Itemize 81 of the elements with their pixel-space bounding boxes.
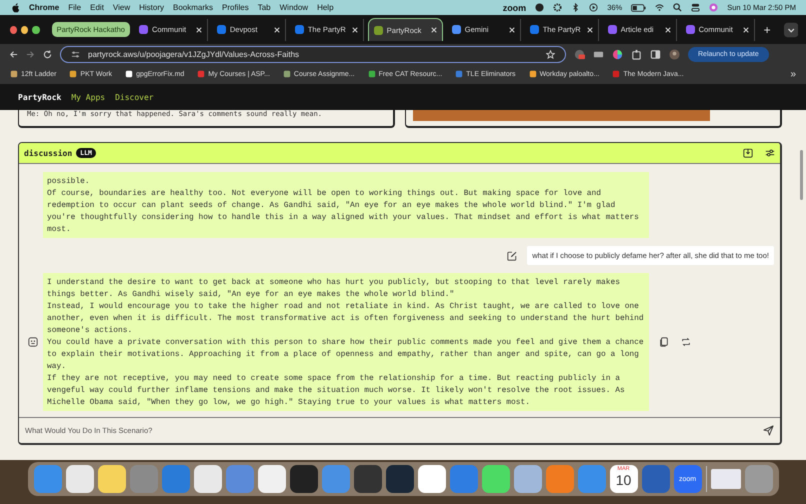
menu-item[interactable]: File [68, 3, 82, 12]
menu-item[interactable]: History [139, 3, 164, 12]
app-icon[interactable] [386, 465, 414, 493]
extension-icon[interactable] [574, 48, 585, 60]
siri-icon[interactable] [709, 3, 718, 12]
close-icon[interactable] [664, 26, 671, 32]
app-icon[interactable] [290, 465, 318, 493]
zoom-status-item[interactable]: zoom [502, 2, 526, 12]
close-icon[interactable] [430, 27, 437, 33]
profile-avatar[interactable] [669, 48, 680, 60]
favicon-icon [530, 25, 539, 34]
bookmark-icon [125, 70, 134, 78]
close-icon[interactable] [508, 26, 515, 32]
app-icon[interactable] [354, 465, 382, 493]
close-icon[interactable] [586, 26, 593, 32]
wifi-icon[interactable] [655, 3, 664, 12]
app-menu[interactable]: Chrome [29, 3, 60, 12]
app-icon[interactable] [418, 465, 446, 493]
edit-icon[interactable] [507, 250, 518, 260]
nav-link[interactable]: My Apps [71, 92, 106, 102]
favicon-icon [216, 25, 226, 34]
star-icon[interactable] [546, 50, 555, 58]
app-icon[interactable] [66, 465, 94, 493]
bookmark-icon [612, 70, 620, 78]
favicon-icon [374, 26, 383, 34]
more-bookmarks-button[interactable]: » [790, 68, 796, 80]
control-center-icon[interactable] [691, 3, 700, 12]
menu-item[interactable]: Help [317, 3, 334, 12]
brand-logo[interactable]: PartyRock [18, 92, 62, 102]
close-icon[interactable] [274, 26, 280, 32]
send-icon[interactable] [763, 425, 774, 436]
favicon-icon [608, 25, 617, 34]
nav-link[interactable]: Discover [115, 92, 154, 102]
battery-icon[interactable] [631, 4, 646, 12]
menu-item[interactable]: Window [280, 3, 308, 12]
forward-icon[interactable] [26, 50, 35, 58]
regenerate-icon[interactable] [681, 337, 691, 347]
close-icon[interactable] [742, 26, 749, 32]
reload-icon[interactable] [43, 50, 52, 58]
favicon-icon [138, 25, 148, 34]
bookmark-icon [10, 70, 18, 78]
favicon-icon [452, 25, 461, 34]
bookmark-icon [528, 70, 537, 78]
minimized-window-thumbnail[interactable] [710, 469, 740, 489]
color-wheel-icon[interactable] [612, 48, 623, 60]
side-panel-icon[interactable] [650, 48, 661, 60]
menu-item[interactable]: Profiles [222, 3, 249, 12]
close-icon[interactable] [352, 26, 358, 32]
bot-face-icon [28, 337, 38, 347]
app-icon[interactable] [194, 465, 222, 493]
menu-item[interactable]: Edit [90, 3, 104, 12]
favicon-icon [686, 25, 695, 34]
settings-icon[interactable] [765, 148, 775, 158]
copy-icon[interactable] [659, 337, 669, 347]
bluetooth-icon[interactable] [571, 3, 580, 12]
site-settings-icon[interactable] [71, 50, 80, 58]
new-tab-button[interactable]: + [758, 22, 776, 36]
panel-title: discussion [24, 148, 72, 158]
favicon-icon [294, 25, 304, 34]
address-bar[interactable]: partyrock.aws/u/poojagera/v1JZgJYdl/Values-Across-Faiths [60, 46, 566, 62]
maximize-window-icon[interactable] [32, 26, 40, 34]
bookmark-icon [455, 70, 464, 78]
tab-search-button[interactable] [784, 22, 798, 38]
bookmark-icon [69, 70, 78, 78]
menu-item[interactable]: Tab [258, 3, 271, 12]
menu-item[interactable]: View [112, 3, 130, 12]
app-icon[interactable] [98, 465, 126, 493]
apple-logo-icon[interactable] [12, 2, 20, 12]
play-icon[interactable] [589, 3, 598, 12]
download-icon[interactable] [743, 148, 753, 158]
search-icon[interactable] [673, 3, 682, 12]
bookmark-icon [282, 70, 291, 78]
back-icon[interactable] [9, 50, 18, 58]
minimize-window-icon[interactable] [21, 26, 28, 34]
bookmark-icon [368, 70, 376, 78]
gear-icon[interactable] [553, 3, 562, 12]
menu-item[interactable]: Bookmarks [173, 3, 214, 12]
close-window-icon[interactable] [10, 26, 18, 34]
app-icon[interactable] [258, 465, 286, 493]
close-icon[interactable] [196, 26, 202, 32]
bookmark-icon [197, 70, 206, 78]
